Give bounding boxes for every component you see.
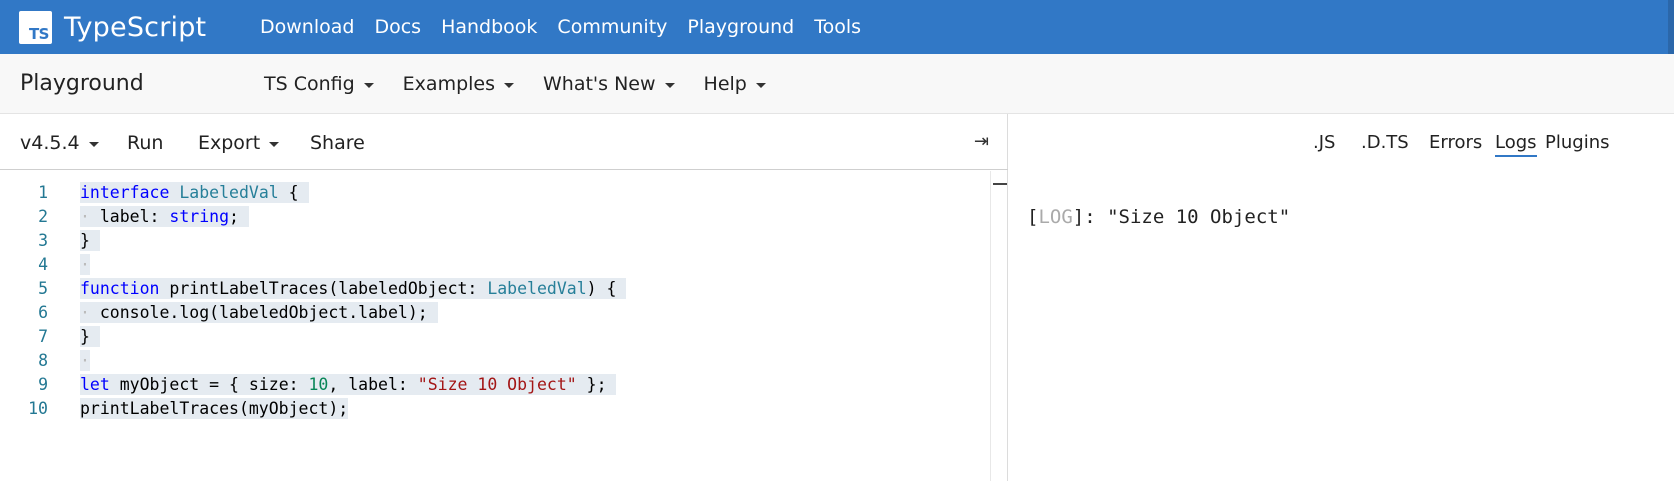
export-label: Export <box>198 132 261 154</box>
code-text: · label: string; <box>80 205 249 227</box>
line-number: 1 <box>38 182 48 202</box>
brand[interactable]: TS TypeScript <box>19 11 206 44</box>
code-line[interactable]: 8 · <box>0 348 990 372</box>
code-text: } <box>80 325 100 347</box>
examples-label: Examples <box>402 73 495 95</box>
code-text: function printLabelTraces(labeledObject:… <box>80 277 627 299</box>
code-line[interactable]: 4 · <box>0 252 990 276</box>
export-menu[interactable]: Export <box>198 132 280 154</box>
playground-subnav: Playground TS Config Examples What's New… <box>0 54 1674 114</box>
tab-js[interactable]: .JS <box>1313 132 1335 153</box>
editor-pane: v4.5.4 Run Export Share ⇥ 1 interface La… <box>0 114 1008 481</box>
nav-link-download[interactable]: Download <box>260 16 354 38</box>
topnav-links: Download Docs Handbook Community Playgro… <box>260 0 881 54</box>
line-number: 3 <box>38 230 48 250</box>
page-scrollbar[interactable] <box>1668 0 1674 54</box>
subnav-menu: TS Config Examples What's New Help <box>264 54 795 114</box>
run-button[interactable]: Run <box>127 132 163 154</box>
whats-new-label: What's New <box>543 73 656 95</box>
tab-logs[interactable]: Logs <box>1495 132 1537 157</box>
tab-errors[interactable]: Errors <box>1429 132 1482 153</box>
nav-link-community[interactable]: Community <box>557 16 667 38</box>
code-line[interactable]: 6 · console.log(labeledObject.label); <box>0 300 990 324</box>
code-text: let myObject = { size: 10, label: "Size … <box>80 373 617 395</box>
line-number: 10 <box>28 398 48 418</box>
whats-new-menu[interactable]: What's New <box>543 73 675 95</box>
page-title: Playground <box>20 71 144 96</box>
version-label: v4.5.4 <box>20 132 80 154</box>
code-line[interactable]: 2 · label: string; <box>0 204 990 228</box>
chevron-down-icon <box>504 82 514 88</box>
log-output: [LOG]: "Size 10 Object" <box>1027 206 1290 228</box>
line-number: 9 <box>38 374 48 394</box>
code-line[interactable]: 9 let myObject = { size: 10, label: "Siz… <box>0 372 990 396</box>
typescript-logo-icon: TS <box>19 11 52 44</box>
log-bracket-open: [ <box>1027 206 1039 228</box>
line-number: 6 <box>38 302 48 322</box>
chevron-down-icon <box>269 141 280 147</box>
chevron-down-icon <box>755 82 766 88</box>
code-line[interactable]: 5 function printLabelTraces(labeledObjec… <box>0 276 990 300</box>
nav-link-tools[interactable]: Tools <box>814 16 861 38</box>
chevron-down-icon <box>664 82 675 88</box>
tab-dts[interactable]: .D.TS <box>1361 132 1409 153</box>
logo-text: TS <box>28 25 50 43</box>
help-menu[interactable]: Help <box>704 73 766 95</box>
line-number: 8 <box>38 350 48 370</box>
ts-config-menu[interactable]: TS Config <box>264 73 374 95</box>
code-text: · console.log(labeledObject.label); <box>80 301 438 323</box>
line-number: 4 <box>38 254 48 274</box>
code-text: · <box>80 349 90 371</box>
output-pane: .JS .D.TS Errors Logs Plugins [LOG]: "Si… <box>1009 114 1674 481</box>
code-line[interactable]: 10 printLabelTraces(myObject); <box>0 396 990 420</box>
code-line[interactable]: 7 } <box>0 324 990 348</box>
log-tag: LOG <box>1038 206 1073 228</box>
code-text: interface LabeledVal { <box>80 181 309 203</box>
line-number: 2 <box>38 206 48 226</box>
editor-scrollbar[interactable] <box>990 171 1008 481</box>
code-editor[interactable]: 1 interface LabeledVal { 2 · label: stri… <box>0 171 990 481</box>
chevron-down-icon <box>88 141 99 147</box>
collapse-sidebar-icon[interactable]: ⇥ <box>974 131 989 152</box>
brand-name: TypeScript <box>64 12 207 43</box>
help-label: Help <box>703 73 747 95</box>
top-navbar: TS TypeScript Download Docs Handbook Com… <box>0 0 1674 54</box>
tab-plugins[interactable]: Plugins <box>1545 132 1609 153</box>
log-bracket-close: ]: <box>1072 206 1108 228</box>
nav-link-handbook[interactable]: Handbook <box>441 16 537 38</box>
code-line[interactable]: 3 } <box>0 228 990 252</box>
editor-toolbar: v4.5.4 Run Export Share ⇥ <box>0 114 1008 170</box>
share-button[interactable]: Share <box>310 132 365 154</box>
code-text: } <box>80 229 100 251</box>
scrollbar-thumb[interactable] <box>993 183 1007 185</box>
line-number: 7 <box>38 326 48 346</box>
line-number: 5 <box>38 278 48 298</box>
output-tabs: .JS .D.TS Errors Logs Plugins <box>1009 114 1674 170</box>
code-text: · <box>80 253 90 275</box>
version-select[interactable]: v4.5.4 <box>20 132 99 154</box>
code-text: printLabelTraces(myObject); <box>80 397 349 419</box>
code-line[interactable]: 1 interface LabeledVal { <box>0 180 990 204</box>
ts-config-label: TS Config <box>264 73 355 95</box>
nav-link-docs[interactable]: Docs <box>374 16 421 38</box>
nav-link-playground[interactable]: Playground <box>687 16 794 38</box>
chevron-down-icon <box>363 82 374 88</box>
log-message: "Size 10 Object" <box>1107 206 1291 228</box>
examples-menu[interactable]: Examples <box>403 73 514 95</box>
